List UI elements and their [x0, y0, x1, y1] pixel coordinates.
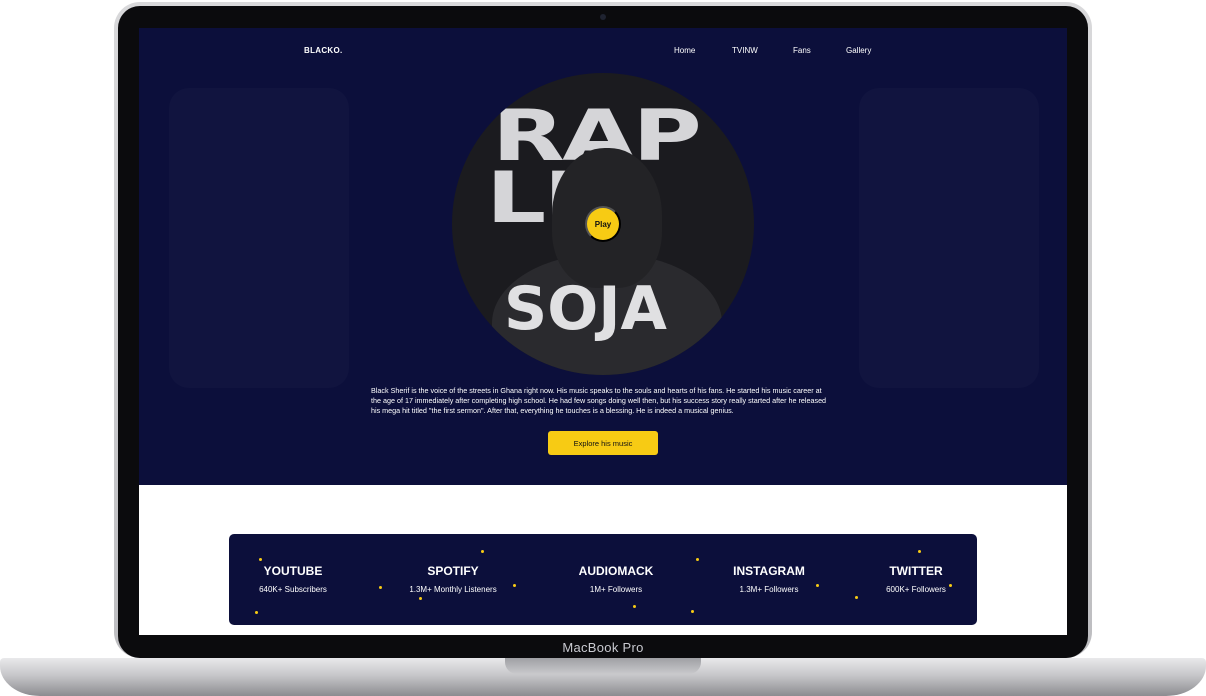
stat-name: AUDIOMACK — [578, 564, 654, 578]
stat-name: YOUTUBE — [263, 564, 323, 578]
stat-audiomack: AUDIOMACK 1M+ Followers — [546, 564, 686, 594]
decorative-dot — [691, 610, 694, 613]
camera-icon — [600, 14, 606, 20]
decorative-dot — [379, 586, 382, 589]
stat-value: 1M+ Followers — [589, 585, 643, 594]
play-button[interactable]: Play — [585, 206, 621, 242]
stat-value: 640K+ Subscribers — [259, 585, 327, 594]
decorative-dot — [255, 611, 258, 614]
background-decoration — [169, 88, 349, 388]
decorative-dot — [259, 558, 262, 561]
stat-youtube: YOUTUBE 640K+ Subscribers — [229, 564, 363, 594]
background-decoration — [859, 88, 1039, 388]
screen: BLACKO. Home TVINW Fans Gallery RAP LIE … — [139, 28, 1067, 635]
decorative-dot — [918, 550, 921, 553]
nav-link-gallery[interactable]: Gallery — [846, 46, 871, 55]
decorative-dot — [481, 550, 484, 553]
stat-name: INSTAGRAM — [733, 564, 805, 578]
stat-value: 600K+ Followers — [886, 585, 946, 594]
laptop-hinge-notch — [505, 658, 701, 674]
stat-name: SPOTIFY — [427, 564, 479, 578]
stat-twitter: TWITTER 600K+ Followers — [846, 564, 977, 594]
site-logo[interactable]: BLACKO. — [304, 46, 343, 55]
stat-value: 1.3M+ Monthly Listeners — [409, 585, 497, 594]
nav-link-fans[interactable]: Fans — [793, 46, 811, 55]
stat-spotify: SPOTIFY 1.3M+ Monthly Listeners — [383, 564, 523, 594]
stats-panel: YOUTUBE 640K+ Subscribers SPOTIFY 1.3M+ … — [229, 534, 977, 625]
device-label: MacBook Pro — [562, 640, 644, 655]
decorative-dot — [419, 597, 422, 600]
cover-title-line-3: SOJA — [504, 274, 667, 344]
artist-bio: Black Sherif is the voice of the streets… — [371, 386, 827, 415]
decorative-dot — [696, 558, 699, 561]
stat-name: TWITTER — [889, 564, 943, 578]
explore-music-button[interactable]: Explore his music — [548, 431, 658, 455]
nav-link-home[interactable]: Home — [674, 46, 695, 55]
decorative-dot — [855, 596, 858, 599]
nav-link-tvinw[interactable]: TVINW — [732, 46, 758, 55]
decorative-dot — [633, 605, 636, 608]
stat-value: 1.3M+ Followers — [739, 585, 799, 594]
hero-section: BLACKO. Home TVINW Fans Gallery RAP LIE … — [139, 28, 1067, 485]
stat-instagram: INSTAGRAM 1.3M+ Followers — [699, 564, 839, 594]
